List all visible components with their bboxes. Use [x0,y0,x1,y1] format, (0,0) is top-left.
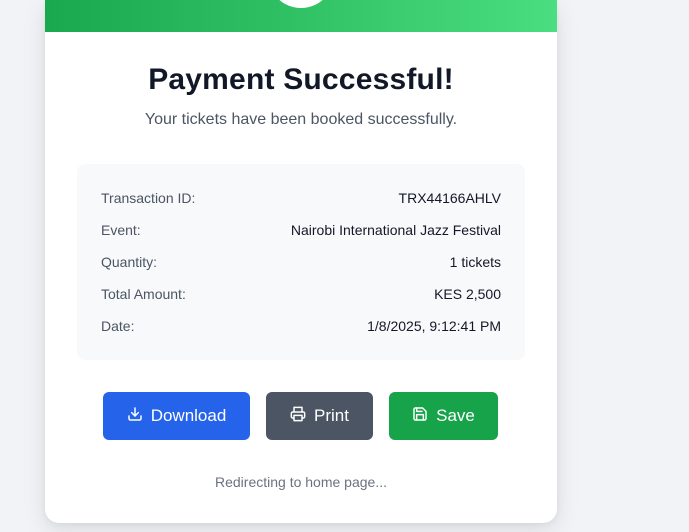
download-button[interactable]: Download [103,392,250,440]
save-button[interactable]: Save [389,392,498,440]
detail-label: Transaction ID: [101,190,196,206]
detail-row-quantity: Quantity: 1 tickets [101,252,501,272]
detail-row-date: Date: 1/8/2025, 9:12:41 PM [101,316,501,336]
printer-icon [290,406,306,427]
detail-label: Total Amount: [101,286,186,302]
detail-value: KES 2,500 [434,286,501,302]
detail-value: Nairobi International Jazz Festival [290,222,501,238]
detail-value: 1 tickets [449,254,501,270]
redirect-message: Redirecting to home page... [215,474,387,490]
detail-label: Event: [101,222,141,238]
save-icon [412,406,428,427]
print-button[interactable]: Print [266,392,373,440]
detail-value: 1/8/2025, 9:12:41 PM [367,318,501,334]
download-label: Download [150,406,227,425]
success-check-icon [268,0,334,8]
payment-success-card: Payment Successful! Your tickets have be… [45,0,557,523]
detail-label: Date: [101,318,135,334]
success-banner [45,0,557,32]
detail-row-total-amount: Total Amount: KES 2,500 [101,284,501,304]
page-subtitle: Your tickets have been booked successful… [144,111,458,128]
detail-value: TRX44166AHLV [398,190,501,206]
save-label: Save [436,406,475,425]
transaction-details: Transaction ID: TRX44166AHLV Event: Nair… [77,164,525,360]
detail-row-transaction-id: Transaction ID: TRX44166AHLV [101,188,501,208]
detail-row-event: Event: Nairobi International Jazz Festiv… [101,220,501,240]
page-title: Payment Successful! [148,63,454,96]
print-label: Print [314,406,349,425]
detail-label: Quantity: [101,254,158,270]
download-icon [127,406,143,427]
